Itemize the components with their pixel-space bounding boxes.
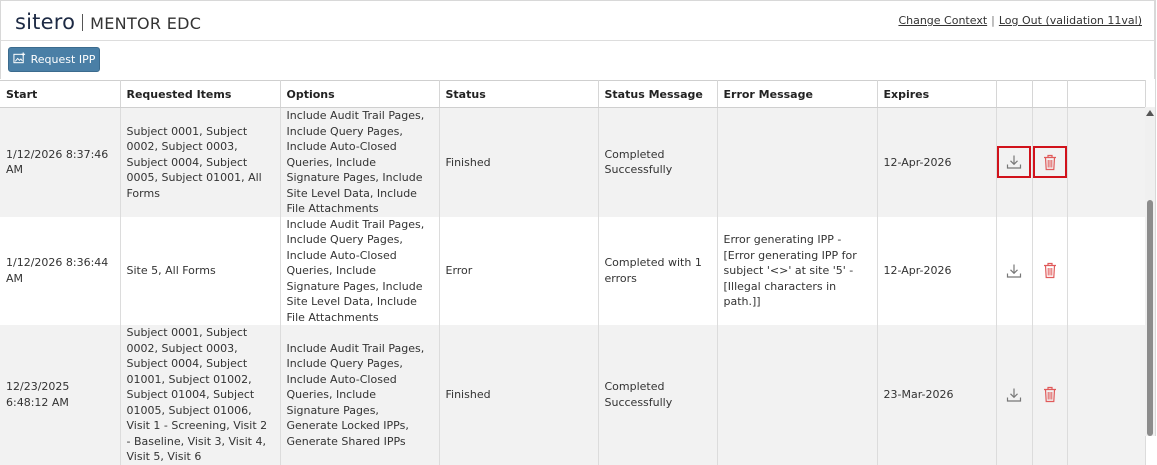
trash-icon[interactable]: [1032, 146, 1067, 179]
brand-logo: sitero MENTOR EDC: [15, 10, 201, 34]
column-header-options[interactable]: Options: [280, 80, 440, 108]
cell-delete: [1032, 107, 1068, 217]
cell-expires: 12-Apr-2026: [877, 107, 997, 217]
trash-icon[interactable]: [1033, 255, 1067, 287]
trash-icon[interactable]: [1033, 379, 1067, 411]
download-icon[interactable]: [997, 255, 1031, 287]
cell-expires: 12-Apr-2026: [877, 216, 997, 325]
cell-delete: [1032, 216, 1068, 325]
cell-status: Finished: [439, 325, 599, 465]
request-ipp-button[interactable]: Request IPP: [8, 47, 100, 72]
image-add-icon: [13, 51, 26, 68]
cell-options: Include Audit Trail Pages, Include Query…: [280, 216, 440, 325]
cell-status: Error: [439, 216, 599, 325]
cell-status-message: Completed with 1 errors: [598, 216, 718, 325]
toolbar: Request IPP: [0, 41, 1155, 79]
cell-status-message: Completed Successfully: [598, 107, 718, 217]
cell-status-message: Completed Successfully: [598, 325, 718, 465]
cell-status: Finished: [439, 107, 599, 217]
column-header-download: [996, 80, 1033, 108]
table-row: 12/23/2025 6:48:12 AM Subject 0001, Subj…: [0, 325, 1146, 465]
cell-spacer: [1067, 325, 1146, 465]
table-header-row: Start Requested Items Options Status Sta…: [0, 80, 1146, 108]
top-links: Change Context | Log Out (validation 11val…: [898, 14, 1142, 27]
logout-link[interactable]: Log Out (validation 11val): [999, 14, 1142, 27]
table-row: 1/12/2026 8:37:46 AM Subject 0001, Subje…: [0, 107, 1146, 217]
cell-requested-items: Site 5, All Forms: [120, 216, 281, 325]
cell-download: [996, 216, 1033, 325]
cell-download: [996, 107, 1033, 217]
product-name: MENTOR EDC: [90, 14, 202, 33]
scroll-up-arrow-icon[interactable]: [1146, 110, 1154, 116]
sitero-logo-text: sitero: [15, 10, 76, 34]
column-header-status[interactable]: Status: [439, 80, 599, 108]
logo-divider: [82, 14, 84, 31]
table-row: 1/12/2026 8:36:44 AM Site 5, All Forms I…: [0, 216, 1146, 325]
cell-start: 12/23/2025 6:48:12 AM: [0, 325, 121, 465]
cell-expires: 23-Mar-2026: [877, 325, 997, 465]
cell-error-message: Error generating IPP - [Error generating…: [717, 216, 878, 325]
cell-spacer: [1067, 216, 1146, 325]
column-header-expires[interactable]: Expires: [877, 80, 997, 108]
download-icon[interactable]: [997, 379, 1031, 411]
column-header-status-message[interactable]: Status Message: [598, 80, 718, 108]
cell-requested-items: Subject 0001, Subject 0002, Subject 0003…: [120, 325, 281, 465]
column-header-delete: [1032, 80, 1068, 108]
cell-requested-items: Subject 0001, Subject 0002, Subject 0003…: [120, 107, 281, 217]
column-header-error-message[interactable]: Error Message: [717, 80, 878, 108]
column-header-requested-items[interactable]: Requested Items: [120, 80, 281, 108]
cell-start: 1/12/2026 8:36:44 AM: [0, 216, 121, 325]
cell-error-message: [717, 107, 878, 217]
scrollbar-thumb[interactable]: [1147, 200, 1153, 436]
link-separator: |: [991, 14, 995, 27]
cell-error-message: [717, 325, 878, 465]
download-icon[interactable]: [997, 146, 1031, 179]
right-border: [1155, 0, 1156, 436]
cell-start: 1/12/2026 8:37:46 AM: [0, 107, 121, 217]
cell-spacer: [1067, 107, 1146, 217]
request-ipp-label: Request IPP: [30, 53, 96, 66]
cell-delete: [1032, 325, 1068, 465]
cell-options: Include Audit Trail Pages, Include Query…: [280, 325, 440, 465]
cell-download: [996, 325, 1033, 465]
column-header-spacer: [1067, 80, 1146, 108]
change-context-link[interactable]: Change Context: [898, 14, 987, 27]
column-header-start[interactable]: Start: [0, 80, 121, 108]
cell-options: Include Audit Trail Pages, Include Query…: [280, 107, 440, 217]
ipp-requests-table: Start Requested Items Options Status Sta…: [0, 80, 1146, 465]
app-header: sitero MENTOR EDC Change Context | Log Out…: [0, 0, 1155, 41]
